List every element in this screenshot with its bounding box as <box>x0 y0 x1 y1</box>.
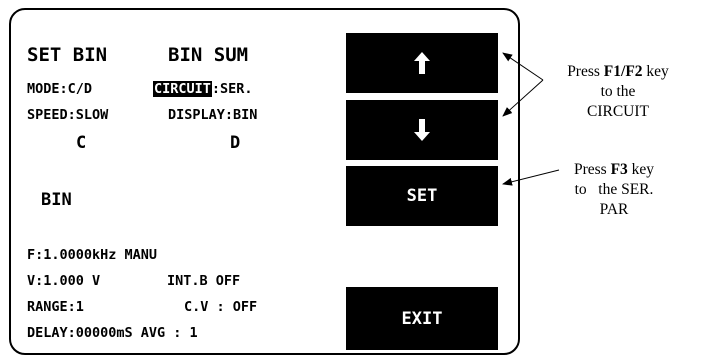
arrow-to-down-key <box>502 79 544 117</box>
note-f3-prefix: Press <box>573 161 611 178</box>
note-f1f2-line2: to the <box>600 83 636 100</box>
note-f1f2-key: F1/F2 <box>603 63 643 80</box>
note-f3-line3: PAR <box>599 201 629 218</box>
note-f3-key: F3 <box>610 161 628 178</box>
arrow-to-up-key <box>502 52 544 81</box>
note-f1f2-suffix: key <box>642 63 669 80</box>
note-f3-suffix: key <box>627 161 655 178</box>
note-f3-line2: to the SER. <box>574 181 654 198</box>
note-f3: Press F3 key to the SER. PAR <box>549 160 679 220</box>
note-f1f2-prefix: Press <box>567 63 604 80</box>
note-f1f2-line3: CIRCUIT <box>587 103 649 120</box>
note-f1-f2: Press F1/F2 key to the CIRCUIT <box>543 62 693 122</box>
